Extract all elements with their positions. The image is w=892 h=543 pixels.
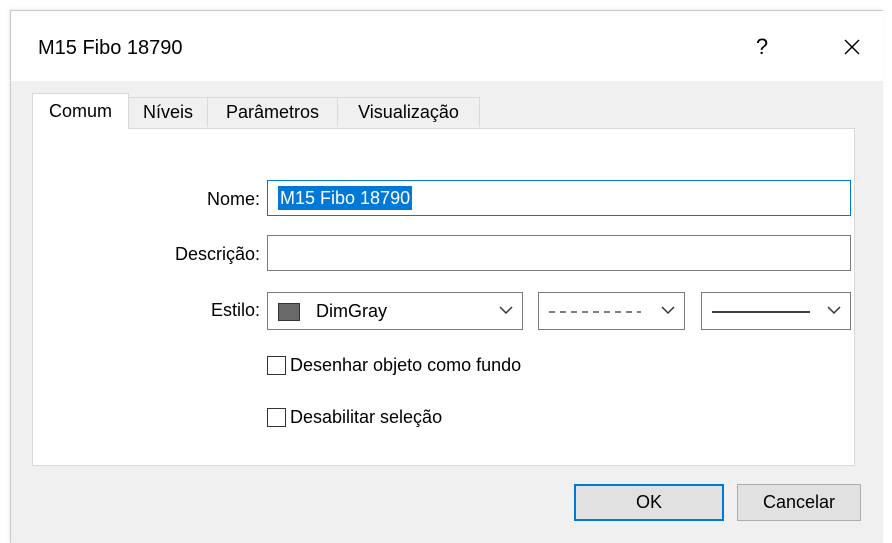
description-field[interactable] (267, 235, 851, 271)
cancel-button-label: Cancelar (762, 492, 836, 512)
tab-visualizacao[interactable]: Visualização (337, 97, 480, 127)
description-label: Descrição: (174, 244, 260, 264)
style-label: Estilo: (210, 300, 260, 320)
chevron-down-icon (499, 306, 513, 315)
title-bar: M15 Fibo 18790 ? (11, 11, 883, 81)
background-checkbox[interactable] (267, 356, 286, 375)
tab-niveis-label: Níveis (142, 102, 193, 122)
line-style-select[interactable] (538, 292, 685, 330)
help-icon: ? (755, 34, 769, 59)
close-icon (844, 39, 860, 55)
tab-visualizacao-label: Visualização (358, 102, 459, 122)
background-checkbox-label[interactable]: Desenhar objeto como fundo (290, 355, 521, 376)
dashed-line-icon (549, 311, 641, 313)
color-select-value: DimGray (316, 301, 387, 321)
name-field[interactable]: M15 Fibo 18790 (267, 180, 851, 216)
help-button[interactable]: ? (739, 27, 785, 67)
disable-selection-checkbox[interactable] (267, 408, 286, 427)
ok-button[interactable]: OK (574, 484, 724, 521)
chevron-down-icon (827, 306, 841, 315)
color-swatch (278, 303, 300, 321)
solid-line-icon (712, 311, 810, 313)
window-title: M15 Fibo 18790 (38, 37, 183, 59)
tab-comum-label: Comum (48, 101, 112, 121)
line-width-select[interactable] (701, 292, 851, 330)
chevron-down-icon (661, 306, 675, 315)
tab-niveis[interactable]: Níveis (128, 97, 208, 127)
name-field-value: M15 Fibo 18790 (278, 186, 413, 210)
tab-comum[interactable]: Comum (32, 93, 129, 129)
ok-button-label: OK (635, 492, 662, 512)
tab-parametros-label: Parâmetros (225, 102, 320, 122)
color-select[interactable]: DimGray (267, 292, 523, 330)
tab-parametros[interactable]: Parâmetros (207, 97, 338, 127)
close-button[interactable] (829, 27, 875, 67)
properties-dialog: M15 Fibo 18790 ? Comum Níveis Parâmetros… (10, 10, 883, 543)
disable-selection-checkbox-label[interactable]: Desabilitar seleção (290, 407, 442, 428)
cancel-button[interactable]: Cancelar (737, 484, 861, 521)
tab-panel-comum: Nome: M15 Fibo 18790 Descrição: Estilo: … (32, 128, 855, 466)
name-label: Nome: (206, 189, 260, 209)
